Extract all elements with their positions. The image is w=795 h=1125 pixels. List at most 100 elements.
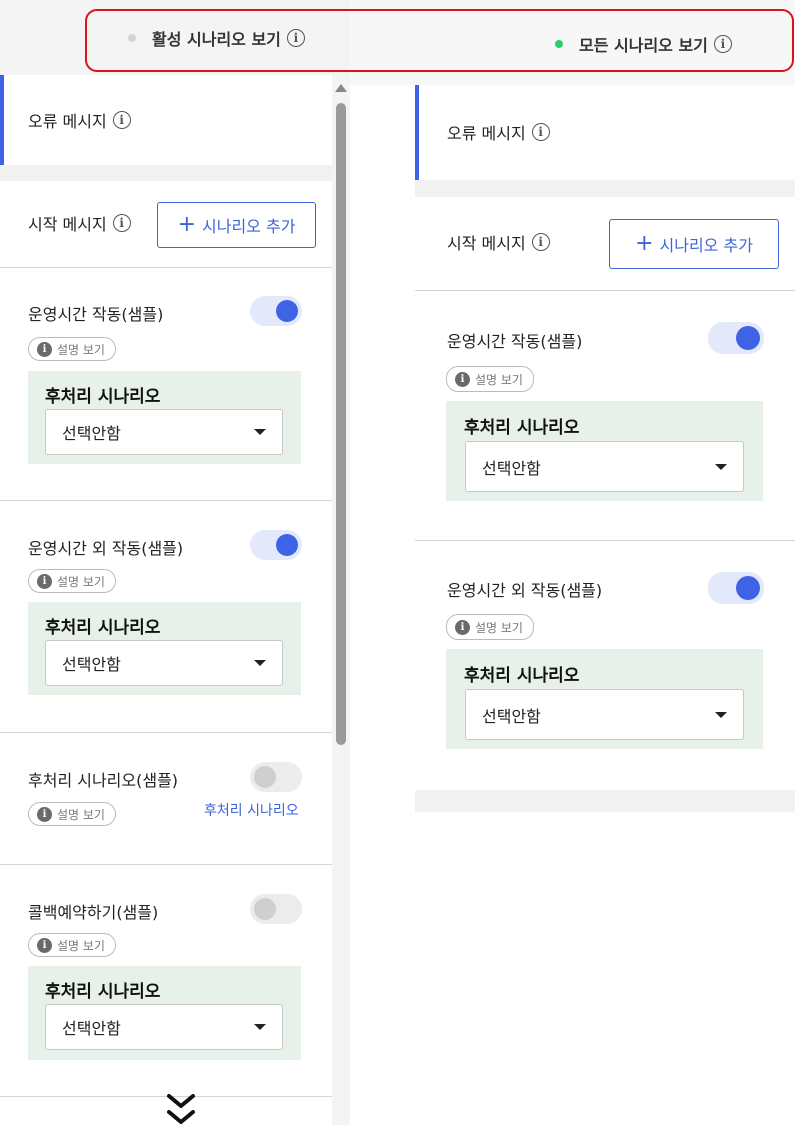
scenario-title: 운영시간 작동(샘플) xyxy=(447,332,583,351)
error-message-label: 오류 메시지 xyxy=(28,112,107,131)
switch-knob xyxy=(254,898,276,920)
section-separator xyxy=(415,790,795,812)
info-icon[interactable]: i xyxy=(531,233,550,251)
scenario-toggle-switch[interactable] xyxy=(250,530,302,560)
caret-down-icon xyxy=(254,1024,266,1030)
divider xyxy=(0,500,332,501)
active-status-dot xyxy=(555,40,563,48)
section-separator xyxy=(0,165,332,181)
post-scenario-label: 후처리 시나리오 xyxy=(45,982,161,1002)
add-scenario-button[interactable]: + 시나리오 추가 xyxy=(157,202,316,248)
scrollbar-thumb[interactable] xyxy=(336,103,346,745)
post-scenario-box: 후처리 시나리오 선택안함 xyxy=(28,966,301,1060)
view-description-button[interactable]: i 설명 보기 xyxy=(446,614,534,640)
info-filled-icon: i xyxy=(455,619,470,635)
scenario-toggle-switch[interactable] xyxy=(708,572,764,604)
divider xyxy=(415,290,795,291)
plus-icon: + xyxy=(177,212,197,237)
view-description-button[interactable]: i 설명 보기 xyxy=(28,933,116,957)
start-message-label: 시작 메시지 xyxy=(447,234,526,253)
section-separator xyxy=(415,180,795,197)
switch-knob xyxy=(254,766,276,788)
info-icon[interactable]: i xyxy=(531,123,550,141)
scenario-toggle-switch[interactable] xyxy=(250,762,302,792)
add-scenario-label: 시나리오 추가 xyxy=(202,217,296,236)
select-value: 선택안함 xyxy=(482,706,541,726)
info-icon[interactable]: i xyxy=(713,35,732,53)
divider xyxy=(0,267,332,268)
switch-knob xyxy=(276,534,298,556)
post-scenario-select[interactable]: 선택안함 xyxy=(465,441,744,492)
view-description-button[interactable]: i 설명 보기 xyxy=(446,366,534,392)
post-scenario-label: 후처리 시나리오 xyxy=(45,387,161,407)
post-scenario-label: 후처리 시나리오 xyxy=(464,418,580,438)
select-value: 선택안함 xyxy=(62,1019,121,1038)
view-description-label: 설명 보기 xyxy=(475,372,523,387)
view-description-button[interactable]: i 설명 보기 xyxy=(28,569,116,593)
switch-knob xyxy=(736,326,760,350)
view-description-button[interactable]: i 설명 보기 xyxy=(28,337,116,361)
caret-down-icon xyxy=(254,429,266,435)
caret-down-icon xyxy=(254,660,266,666)
divider xyxy=(415,540,795,541)
view-description-label: 설명 보기 xyxy=(57,574,105,589)
info-filled-icon: i xyxy=(455,371,470,387)
divider xyxy=(0,732,332,733)
info-icon[interactable]: i xyxy=(112,111,131,129)
post-scenario-box: 후처리 시나리오 선택안함 xyxy=(28,602,301,695)
start-message-item[interactable]: 시작 메시지 i xyxy=(447,230,550,254)
scenario-title: 운영시간 외 작동(샘플) xyxy=(447,581,603,600)
start-message-item[interactable]: 시작 메시지 i xyxy=(28,211,131,235)
selected-indicator-bar xyxy=(0,75,4,165)
info-filled-icon: i xyxy=(37,937,52,953)
start-message-label: 시작 메시지 xyxy=(28,215,107,234)
view-description-label: 설명 보기 xyxy=(57,938,105,953)
view-description-label: 설명 보기 xyxy=(57,342,105,357)
switch-knob xyxy=(736,576,760,600)
plus-icon: + xyxy=(635,231,654,256)
post-scenario-select[interactable]: 선택안함 xyxy=(45,409,283,455)
selected-indicator-bar xyxy=(415,85,419,180)
select-value: 선택안함 xyxy=(62,424,121,443)
switch-knob xyxy=(276,300,298,322)
divider xyxy=(0,864,332,865)
scenario-toggle-switch[interactable] xyxy=(708,322,764,354)
post-scenario-label: 후처리 시나리오 xyxy=(464,666,580,686)
caret-down-icon xyxy=(715,711,727,718)
post-scenario-link[interactable]: 후처리 시나리오 xyxy=(204,800,299,820)
scenario-title: 콜백예약하기(샘플) xyxy=(28,903,159,922)
inactive-status-dot xyxy=(128,34,136,42)
error-message-label: 오류 메시지 xyxy=(447,124,526,143)
scenario-title: 운영시간 작동(샘플) xyxy=(28,305,164,324)
post-scenario-box: 후처리 시나리오 선택안함 xyxy=(446,649,763,749)
scenario-toggle-switch[interactable] xyxy=(250,296,302,326)
scenario-toggle-switch[interactable] xyxy=(250,894,302,924)
caret-down-icon xyxy=(715,463,727,470)
view-description-label: 설명 보기 xyxy=(57,807,105,822)
scenario-title: 운영시간 외 작동(샘플) xyxy=(28,539,184,558)
error-message-item[interactable]: 오류 메시지 i xyxy=(28,108,131,132)
add-scenario-button[interactable]: + 시나리오 추가 xyxy=(609,219,779,269)
active-scenarios-option[interactable]: 활성 시나리오 보기 i xyxy=(128,26,305,50)
view-description-button[interactable]: i 설명 보기 xyxy=(28,802,116,826)
info-filled-icon: i xyxy=(37,341,52,357)
all-scenarios-option[interactable]: 모든 시나리오 보기 i xyxy=(555,32,732,56)
post-scenario-box: 후처리 시나리오 선택안함 xyxy=(446,401,763,501)
info-icon[interactable]: i xyxy=(112,214,131,232)
info-filled-icon: i xyxy=(37,573,52,589)
post-scenario-box: 후처리 시나리오 선택안함 xyxy=(28,371,301,464)
all-scenarios-label: 모든 시나리오 보기 xyxy=(579,36,708,55)
info-icon[interactable]: i xyxy=(286,29,305,47)
error-message-item[interactable]: 오류 메시지 i xyxy=(447,120,550,144)
view-description-label: 설명 보기 xyxy=(475,620,523,635)
scroll-up-arrow-icon[interactable] xyxy=(335,84,347,92)
scenario-title: 후처리 시나리오(샘플) xyxy=(28,771,179,790)
post-scenario-label: 후처리 시나리오 xyxy=(45,618,161,638)
post-scenario-select[interactable]: 선택안함 xyxy=(45,1004,283,1050)
add-scenario-label: 시나리오 추가 xyxy=(659,236,753,255)
post-scenario-select[interactable]: 선택안함 xyxy=(465,689,744,740)
post-scenario-select[interactable]: 선택안함 xyxy=(45,640,283,686)
active-scenarios-label: 활성 시나리오 보기 xyxy=(152,30,281,49)
double-chevron-down-icon[interactable] xyxy=(164,1090,198,1125)
select-value: 선택안함 xyxy=(62,655,121,674)
